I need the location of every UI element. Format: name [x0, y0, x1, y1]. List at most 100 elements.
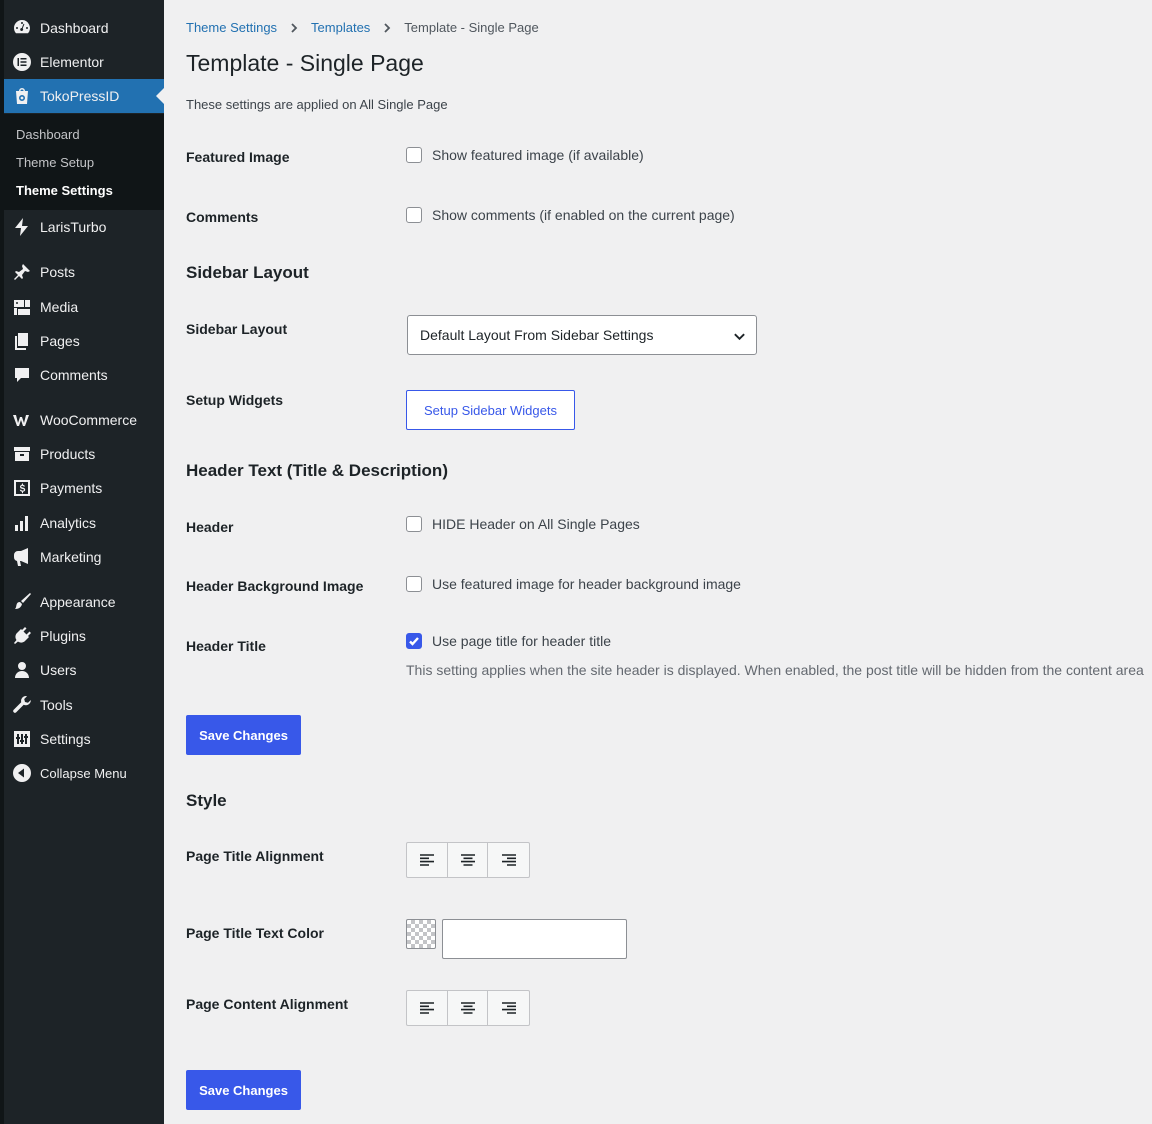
menu-label: Comments — [40, 367, 108, 383]
align-left-icon — [419, 1002, 434, 1014]
menu-item-media[interactable]: Media — [4, 290, 164, 324]
align-left-button[interactable] — [407, 991, 448, 1025]
menu-label: Marketing — [40, 549, 102, 565]
style-heading: Style — [186, 791, 227, 810]
align-left-button[interactable] — [407, 843, 448, 877]
page-title-alignment-label: Page Title Alignment — [186, 848, 324, 864]
comments-label: Comments — [186, 209, 259, 225]
comments-option[interactable]: Show comments (if enabled on the current… — [406, 207, 735, 223]
archive-icon — [4, 444, 40, 464]
align-right-button[interactable] — [488, 991, 529, 1025]
menu-item-users[interactable]: Users — [4, 653, 164, 687]
page-description: These settings are applied on All Single… — [186, 97, 448, 112]
sliders-icon — [4, 729, 40, 749]
media-icon — [4, 297, 40, 317]
comments-checkbox[interactable] — [406, 207, 422, 223]
submenu-item-theme-setup[interactable]: Theme Setup — [16, 155, 94, 170]
breadcrumb-templates[interactable]: Templates — [311, 20, 370, 35]
paintbrush-icon — [4, 592, 40, 612]
align-center-button[interactable] — [448, 843, 489, 877]
align-right-button[interactable] — [488, 843, 529, 877]
menu-label: Elementor — [40, 54, 104, 70]
setup-widgets-label: Setup Widgets — [186, 392, 284, 408]
sidebar-layout-value: Default Layout From Sidebar Settings — [420, 327, 654, 343]
menu-item-comments[interactable]: Comments — [4, 358, 164, 392]
header-text-heading: Header Text (Title & Description) — [186, 461, 448, 480]
header-bg-checkbox[interactable] — [406, 576, 422, 592]
align-left-icon — [419, 854, 434, 866]
menu-item-tokopressid[interactable]: TokoPressID — [4, 79, 164, 113]
menu-item-marketing[interactable]: Marketing — [4, 540, 164, 574]
breadcrumb-theme-settings[interactable]: Theme Settings — [186, 20, 277, 35]
menu-item-settings[interactable]: Settings — [4, 722, 164, 756]
comments-option-label: Show comments (if enabled on the current… — [432, 207, 735, 223]
elementor-icon — [4, 52, 40, 72]
pin-icon — [4, 262, 40, 282]
menu-item-dashboard[interactable]: Dashboard — [4, 11, 164, 45]
comment-icon — [4, 365, 40, 385]
menu-item-payments[interactable]: Payments — [4, 471, 164, 505]
menu-item-appearance[interactable]: Appearance — [4, 585, 164, 619]
menu-item-posts[interactable]: Posts — [4, 255, 164, 289]
save-changes-button[interactable]: Save Changes — [186, 715, 301, 755]
header-bg-label: Header Background Image — [186, 578, 364, 594]
submenu-item-theme-settings[interactable]: Theme Settings — [16, 183, 113, 198]
header-title-checkbox[interactable] — [406, 633, 422, 649]
menu-item-laristurbo[interactable]: LarisTurbo — [4, 210, 164, 244]
menu-label: LarisTurbo — [40, 219, 107, 235]
header-title-label: Header Title — [186, 638, 266, 654]
menu-item-woocommerce[interactable]: WooCommerce — [4, 403, 164, 437]
hide-header-option[interactable]: HIDE Header on All Single Pages — [406, 516, 640, 532]
featured-image-checkbox[interactable] — [406, 147, 422, 163]
page-title-color-input[interactable] — [442, 919, 627, 959]
align-right-icon — [501, 854, 516, 866]
menu-item-products[interactable]: Products — [4, 437, 164, 471]
pages-icon — [4, 331, 40, 351]
menu-label: Posts — [40, 264, 76, 280]
breadcrumb-current: Template - Single Page — [404, 20, 539, 35]
hide-header-option-label: HIDE Header on All Single Pages — [432, 516, 640, 532]
chevron-down-icon — [734, 333, 745, 341]
menu-label: WooCommerce — [40, 412, 137, 428]
menu-label: Appearance — [40, 594, 116, 610]
submenu-item-dashboard[interactable]: Dashboard — [16, 127, 80, 142]
submenu-tokopressid: Dashboard Theme Setup Theme Settings — [4, 114, 164, 210]
header-bg-option[interactable]: Use featured image for header background… — [406, 576, 741, 592]
page-title-alignment-group — [406, 842, 530, 878]
save-changes-button-bottom[interactable]: Save Changes — [186, 1070, 301, 1110]
sidebar-layout-heading: Sidebar Layout — [186, 263, 309, 282]
menu-item-plugins[interactable]: Plugins — [4, 619, 164, 653]
featured-image-option[interactable]: Show featured image (if available) — [406, 147, 644, 163]
bar-chart-icon — [4, 513, 40, 533]
menu-item-pages[interactable]: Pages — [4, 324, 164, 358]
header-title-option[interactable]: Use page title for header title — [406, 633, 611, 649]
sidebar-layout-select[interactable]: Default Layout From Sidebar Settings — [407, 315, 757, 355]
featured-image-label: Featured Image — [186, 149, 290, 165]
menu-item-tools[interactable]: Tools — [4, 688, 164, 722]
dashboard-icon — [4, 18, 40, 38]
woocommerce-icon — [4, 410, 40, 430]
menu-label: Dashboard — [40, 20, 109, 36]
hide-header-checkbox[interactable] — [406, 516, 422, 532]
menu-label: Analytics — [40, 515, 97, 531]
menu-item-elementor[interactable]: Elementor — [4, 45, 164, 79]
collapse-menu-button[interactable]: Collapse Menu — [4, 756, 164, 790]
menu-label: Pages — [40, 333, 80, 349]
admin-sidebar: Dashboard Elementor TokoPressID Dashboar… — [0, 0, 164, 1124]
menu-label: Users — [40, 662, 77, 678]
chevron-right-icon — [289, 22, 299, 33]
setup-sidebar-widgets-button[interactable]: Setup Sidebar Widgets — [406, 390, 575, 430]
menu-label: Settings — [40, 731, 91, 747]
menu-item-analytics[interactable]: Analytics — [4, 506, 164, 540]
menu-label: Payments — [40, 480, 103, 496]
header-title-option-label: Use page title for header title — [432, 633, 611, 649]
breadcrumb: Theme Settings Templates Template - Sing… — [186, 20, 539, 35]
payments-icon — [4, 478, 40, 498]
menu-label: Products — [40, 446, 96, 462]
align-center-button[interactable] — [448, 991, 489, 1025]
page-title: Template - Single Page — [186, 50, 424, 76]
menu-label: Media — [40, 299, 79, 315]
menu-label: TokoPressID — [40, 88, 120, 104]
color-swatch[interactable] — [406, 919, 436, 949]
align-right-icon — [501, 1002, 516, 1014]
